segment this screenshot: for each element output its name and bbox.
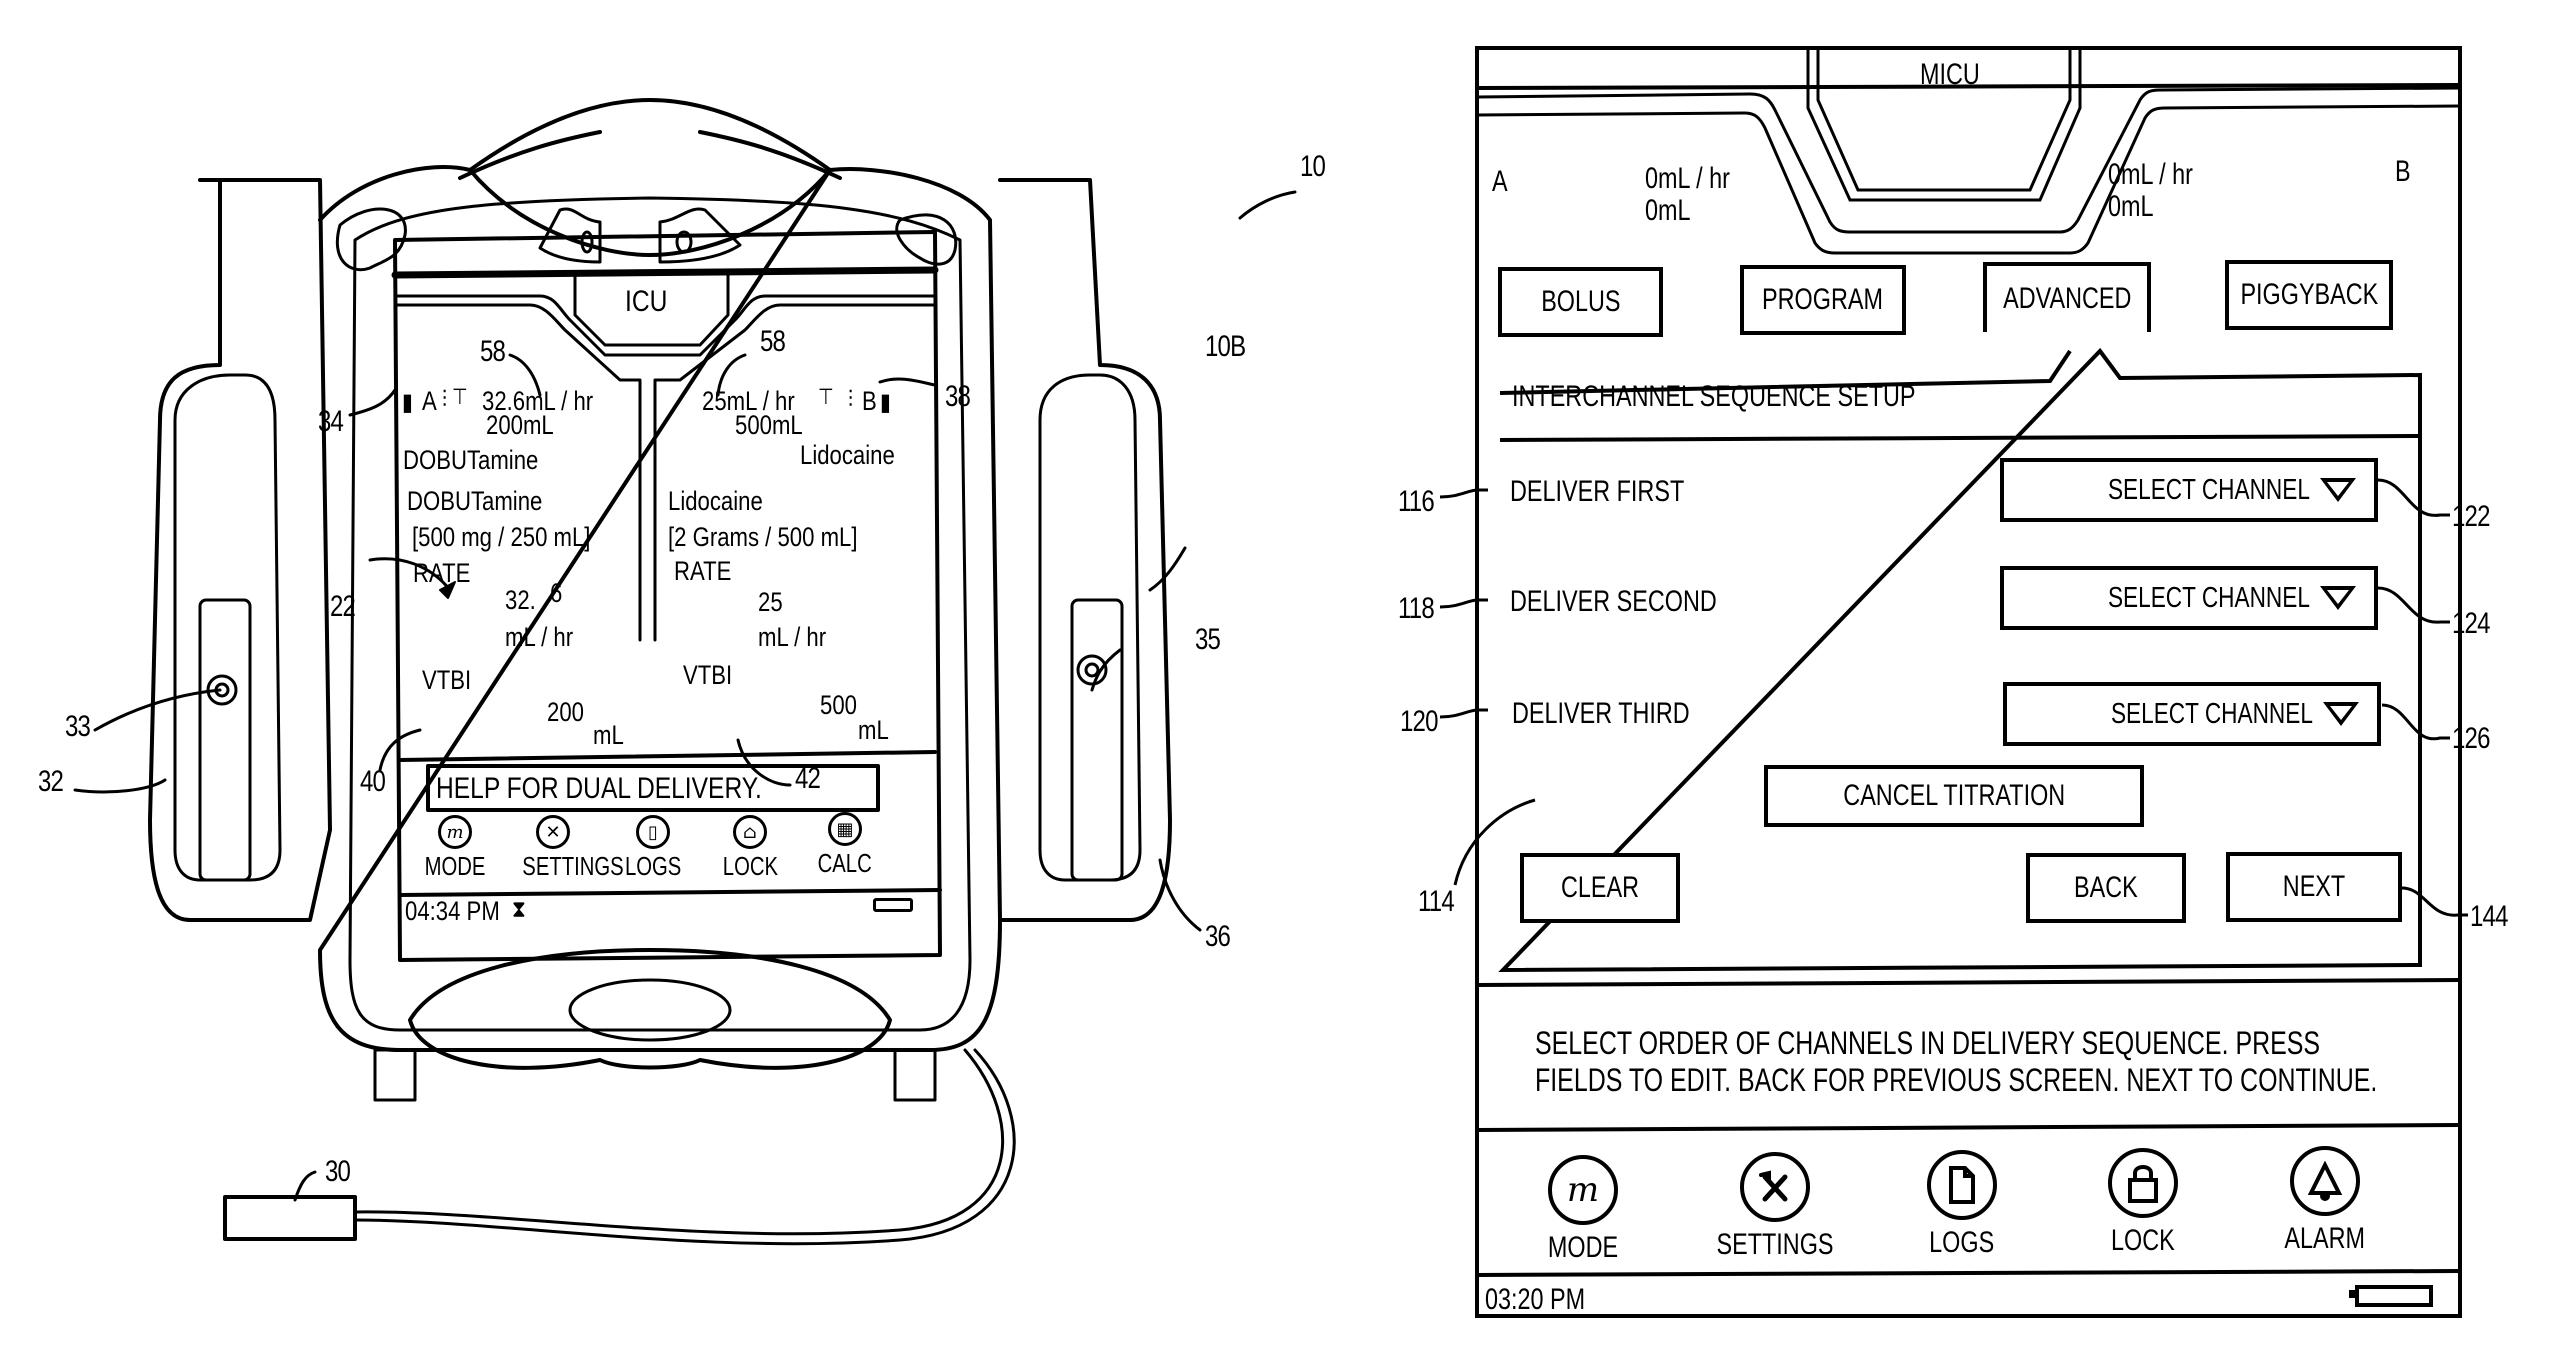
nav-lock[interactable]: LOCK bbox=[2068, 1148, 2218, 1258]
alarm-bell-icon bbox=[2290, 1146, 2360, 1216]
deliver-second-select-value: SELECT CHANNEL bbox=[2108, 581, 2310, 614]
nav-alarm[interactable]: ALARM bbox=[2250, 1146, 2400, 1256]
ref-118: 118 bbox=[1398, 592, 1435, 625]
clear-label: CLEAR bbox=[1560, 871, 1640, 904]
tab-bolus-label: BOLUS bbox=[1540, 285, 1621, 318]
tab-bolus[interactable]: BOLUS bbox=[1498, 267, 1663, 337]
mode-icon: m bbox=[1548, 1155, 1618, 1225]
battery-terminal bbox=[2349, 1290, 2355, 1298]
channel-a-label: A bbox=[1492, 165, 1508, 198]
panel-title: INTERCHANNEL SEQUENCE SETUP bbox=[1512, 380, 1916, 413]
help-text-line-1: SELECT ORDER OF CHANNELS IN DELIVERY SEQ… bbox=[1535, 1025, 2321, 1061]
nav-logs[interactable]: LOGS bbox=[1887, 1150, 2037, 1260]
channel-b-rate: 0mL / hr bbox=[2108, 158, 2193, 191]
logs-icon bbox=[1927, 1150, 1997, 1220]
ref-144: 144 bbox=[2470, 900, 2508, 933]
cancel-titration-button[interactable]: CANCEL TITRATION bbox=[1764, 765, 2144, 827]
tab-piggyback-label: PIGGYBACK bbox=[2240, 278, 2378, 311]
channel-a-rate: 0mL / hr bbox=[1645, 162, 1730, 195]
ref-126: 126 bbox=[2452, 722, 2490, 755]
dropdown-arrow-icon bbox=[2320, 478, 2356, 502]
tab-advanced-label: ADVANCED bbox=[2002, 282, 2132, 315]
nav-alarm-label: ALARM bbox=[2284, 1222, 2366, 1255]
nav-settings-label: SETTINGS bbox=[1716, 1228, 1834, 1261]
nav-lock-label: LOCK bbox=[2111, 1224, 2175, 1257]
nav-mode[interactable]: m MODE bbox=[1508, 1155, 1658, 1265]
deliver-first-select[interactable]: SELECT CHANNEL bbox=[2000, 458, 2378, 522]
nav-logs-label: LOGS bbox=[1929, 1226, 1995, 1259]
deliver-second-label: DELIVER SECOND bbox=[1510, 585, 1717, 618]
deliver-third-label: DELIVER THIRD bbox=[1512, 697, 1690, 730]
settings-icon bbox=[1740, 1152, 1810, 1222]
deliver-first-label: DELIVER FIRST bbox=[1510, 475, 1685, 508]
deliver-third-select-value: SELECT CHANNEL bbox=[2111, 697, 2313, 730]
status-time: 03:20 PM bbox=[1485, 1283, 1586, 1316]
cancel-titration-label: CANCEL TITRATION bbox=[1843, 779, 2065, 812]
nav-mode-label: MODE bbox=[1547, 1231, 1619, 1264]
ref-114: 114 bbox=[1418, 885, 1455, 918]
next-label: NEXT bbox=[2282, 870, 2346, 903]
channel-b-label: B bbox=[2395, 155, 2411, 188]
channel-a-volume: 0mL bbox=[1645, 194, 1691, 227]
back-label: BACK bbox=[2074, 871, 2138, 904]
tab-advanced[interactable]: ADVANCED bbox=[1983, 262, 2151, 332]
back-button[interactable]: BACK bbox=[2026, 853, 2186, 923]
lock-icon bbox=[2108, 1148, 2178, 1218]
ref-116: 116 bbox=[1398, 485, 1435, 518]
tab-piggyback[interactable]: PIGGYBACK bbox=[2225, 260, 2393, 330]
tab-program[interactable]: PROGRAM bbox=[1740, 265, 1906, 335]
deliver-third-select[interactable]: SELECT CHANNEL bbox=[2003, 682, 2381, 746]
help-text-line-2: FIELDS TO EDIT. BACK FOR PREVIOUS SCREEN… bbox=[1535, 1062, 2378, 1098]
ref-124: 124 bbox=[2452, 607, 2490, 640]
deliver-first-select-value: SELECT CHANNEL bbox=[2108, 473, 2310, 506]
deliver-second-select[interactable]: SELECT CHANNEL bbox=[2000, 566, 2378, 630]
tab-program-label: PROGRAM bbox=[1762, 283, 1884, 316]
care-area-title: MICU bbox=[1920, 58, 1980, 91]
battery-icon bbox=[2355, 1285, 2433, 1307]
nav-settings[interactable]: SETTINGS bbox=[1700, 1152, 1850, 1262]
dropdown-arrow-icon bbox=[2323, 702, 2359, 726]
ref-122: 122 bbox=[2452, 500, 2490, 533]
clear-button[interactable]: CLEAR bbox=[1520, 853, 1680, 923]
next-button[interactable]: NEXT bbox=[2226, 852, 2402, 922]
channel-b-volume: 0mL bbox=[2108, 190, 2154, 223]
dropdown-arrow-icon bbox=[2320, 586, 2356, 610]
right-screen-lines bbox=[1439, 46, 2468, 1318]
ref-120: 120 bbox=[1400, 705, 1438, 738]
